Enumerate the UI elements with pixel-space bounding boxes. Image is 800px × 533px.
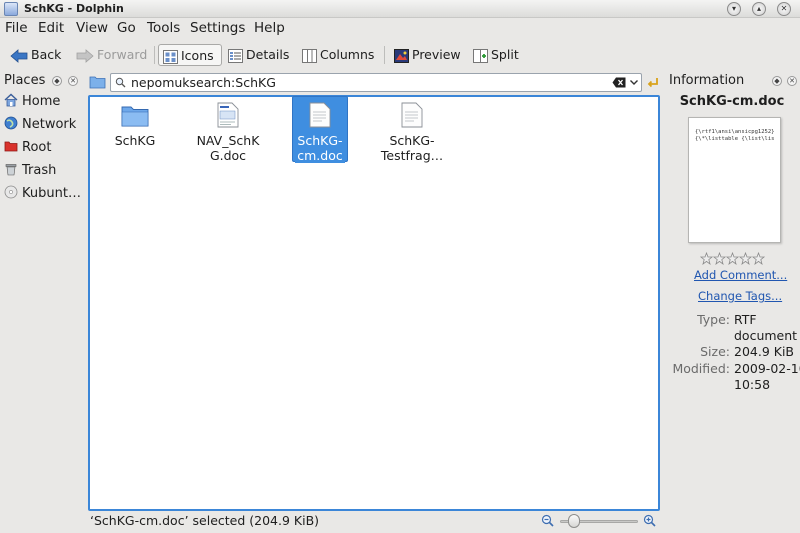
edit-location-icon[interactable]: [645, 75, 659, 89]
zoom-out-icon[interactable]: [541, 514, 554, 527]
type-value: RTF document: [734, 312, 798, 343]
icons-view-label: Icons: [181, 48, 214, 63]
menu-help[interactable]: Help: [254, 20, 285, 36]
details-view-label: Details: [246, 47, 290, 62]
file-item-schkg-testfrag[interactable]: SchKG- Testfrag…: [367, 100, 457, 163]
menu-file[interactable]: File: [5, 20, 28, 36]
menu-edit[interactable]: Edit: [38, 20, 64, 36]
star-icon[interactable]: [726, 252, 739, 265]
location-path: nepomuksearch:SchKG: [131, 75, 276, 90]
rating-stars[interactable]: [700, 252, 765, 268]
preview-icon: [394, 48, 409, 63]
split-button[interactable]: Split: [469, 44, 525, 66]
star-icon[interactable]: [752, 252, 765, 265]
info-panel-float-button[interactable]: ◆: [772, 76, 782, 86]
places-panel-float-button[interactable]: ◆: [52, 76, 62, 86]
folder-icon: [121, 106, 149, 127]
back-arrow-icon: [10, 48, 28, 63]
toolbar: Back Forward Icons Details Columns Previ…: [0, 40, 800, 70]
places-item-home[interactable]: Home: [4, 92, 84, 112]
file-preview-text: {\rtf1\ansi\ansicpg1252} {\*\listtable {…: [695, 129, 775, 142]
home-icon: [4, 93, 18, 107]
places-item-label: Trash: [22, 163, 57, 178]
modified-label: Modified:: [672, 361, 730, 376]
file-item-label: SchKG- Testfrag…: [380, 133, 444, 163]
star-icon[interactable]: [739, 252, 752, 265]
info-panel-title: Information: [669, 73, 745, 88]
maximize-button[interactable]: ▴: [752, 2, 766, 16]
star-icon[interactable]: [700, 252, 713, 265]
menu-settings[interactable]: Settings: [190, 20, 245, 36]
places-item-label: Kubunt…: [22, 186, 81, 201]
details-view-button[interactable]: Details: [224, 44, 296, 66]
status-text: ‘SchKG-cm.doc’ selected (204.9 KiB): [90, 513, 320, 528]
minimize-button[interactable]: ▾: [727, 2, 741, 16]
info-panel-close-button[interactable]: ✕: [787, 76, 797, 86]
places-item-label: Root: [22, 140, 52, 155]
columns-view-label: Columns: [320, 47, 375, 62]
window-title: SchKG - Dolphin: [24, 2, 124, 15]
menu-go[interactable]: Go: [117, 20, 136, 36]
root-folder-icon: [4, 141, 18, 152]
location-bar[interactable]: nepomuksearch:SchKG: [110, 73, 642, 92]
star-icon[interactable]: [713, 252, 726, 265]
size-value: 204.9 KiB: [734, 344, 795, 359]
columns-view-icon: [302, 48, 317, 63]
info-filename: SchKG-cm.doc: [679, 94, 785, 109]
menu-tools[interactable]: Tools: [147, 20, 180, 36]
split-label: Split: [491, 47, 519, 62]
change-tags-link[interactable]: Change Tags...: [698, 289, 782, 303]
back-label: Back: [31, 47, 62, 62]
file-item-label: NAV_SchK G.doc: [196, 133, 260, 163]
menu-view[interactable]: View: [76, 20, 108, 36]
forward-button[interactable]: Forward: [72, 44, 148, 66]
icons-view-button[interactable]: Icons: [158, 44, 222, 66]
title-bar[interactable]: SchKG - Dolphin ▾ ▴ ✕: [0, 0, 800, 18]
file-item-schkg-cm-doc[interactable]: SchKG- cm.doc: [275, 100, 365, 163]
preview-button[interactable]: Preview: [390, 44, 464, 66]
places-item-network[interactable]: Network: [4, 115, 84, 135]
text-document-icon: [309, 102, 331, 128]
forward-label: Forward: [97, 47, 148, 62]
dolphin-app-icon[interactable]: [4, 2, 18, 16]
text-document-icon: [401, 102, 423, 128]
file-item-nav-schkg-doc[interactable]: NAV_SchK G.doc: [183, 100, 273, 163]
preview-label: Preview: [412, 47, 461, 62]
search-protocol-icon: [115, 77, 126, 88]
places-panel-close-button[interactable]: ✕: [68, 76, 78, 86]
chevron-down-icon[interactable]: [629, 77, 639, 88]
toolbar-separator: [154, 46, 155, 64]
close-button[interactable]: ✕: [777, 2, 791, 16]
zoom-slider-handle[interactable]: [567, 514, 580, 528]
folder-icon[interactable]: [89, 75, 106, 89]
places-panel-title: Places: [4, 73, 46, 88]
network-icon: [4, 116, 18, 130]
file-item-schkg-folder[interactable]: SchKG: [90, 100, 180, 148]
places-item-root[interactable]: Root: [4, 138, 84, 158]
drive-icon: [4, 185, 18, 199]
clear-location-icon[interactable]: [612, 77, 626, 88]
forward-arrow-icon: [76, 48, 94, 63]
places-item-label: Home: [22, 94, 61, 109]
zoom-in-icon[interactable]: [643, 514, 656, 527]
document-icon: [217, 102, 239, 128]
menu-bar: File Edit View Go Tools Settings Help: [0, 18, 800, 38]
size-label: Size:: [700, 344, 730, 359]
file-preview: {\rtf1\ansi\ansicpg1252} {\*\listtable {…: [688, 117, 781, 243]
modified-value: 2009-02-10 10:58: [734, 361, 800, 392]
add-comment-link[interactable]: Add Comment...: [694, 268, 787, 282]
places-item-kubuntu[interactable]: Kubunt…: [4, 184, 84, 204]
places-item-trash[interactable]: Trash: [4, 161, 84, 181]
icons-view-icon: [163, 49, 178, 64]
columns-view-button[interactable]: Columns: [298, 44, 378, 66]
file-item-label: SchKG- cm.doc: [295, 133, 345, 163]
places-item-label: Network: [22, 117, 77, 132]
type-label: Type:: [697, 312, 730, 327]
details-view-icon: [228, 48, 243, 63]
split-view-icon: [473, 48, 488, 63]
back-button[interactable]: Back: [6, 44, 68, 66]
trash-icon: [5, 164, 17, 176]
toolbar-separator: [384, 46, 385, 64]
file-item-label: SchKG: [114, 133, 156, 148]
